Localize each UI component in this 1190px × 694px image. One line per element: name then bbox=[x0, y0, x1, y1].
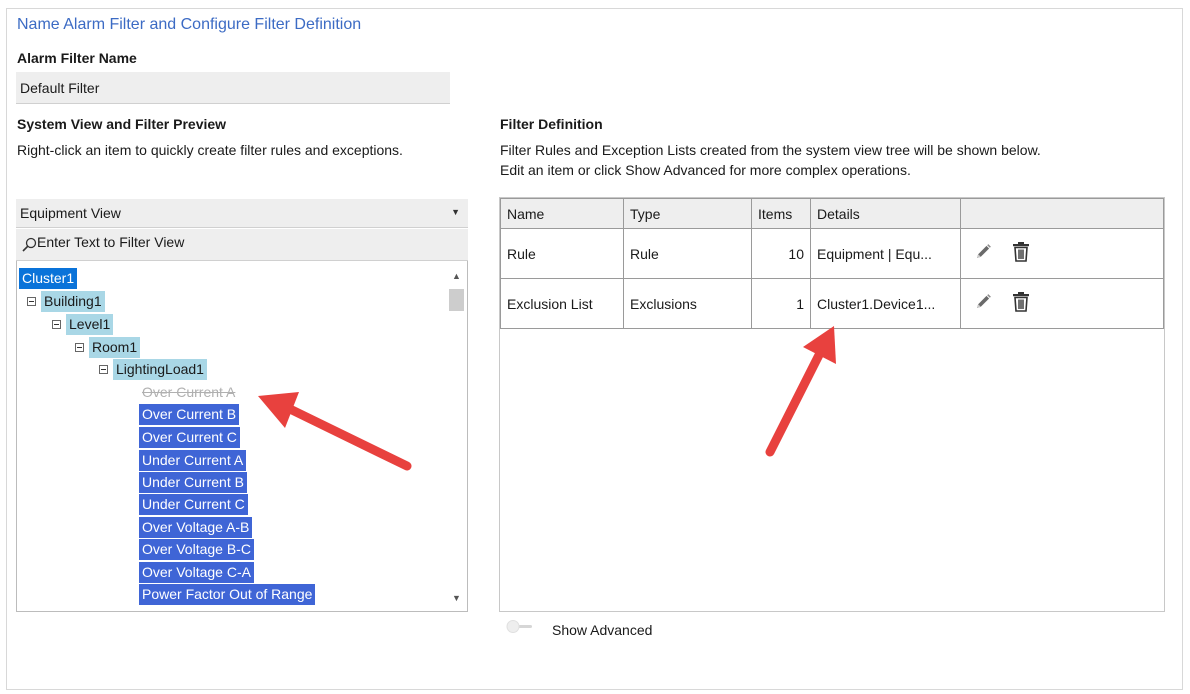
table-header-row: Name Type Items Details bbox=[500, 198, 1164, 229]
minus-box-icon[interactable] bbox=[99, 365, 108, 374]
cell-actions bbox=[960, 278, 1164, 329]
tree-item-label: Over Voltage C-A bbox=[139, 562, 254, 583]
minus-box-icon[interactable] bbox=[27, 297, 36, 306]
scrollbar-thumb[interactable] bbox=[449, 289, 464, 311]
show-advanced-label: Show Advanced bbox=[552, 622, 653, 638]
alarm-filter-name-input[interactable] bbox=[16, 72, 450, 104]
filter-definition-description-2: Edit an item or click Show Advanced for … bbox=[500, 162, 911, 178]
pencil-icon[interactable] bbox=[973, 292, 993, 315]
tree-item-label: Cluster1 bbox=[19, 268, 78, 289]
cell-actions bbox=[960, 228, 1164, 279]
system-tree: Cluster1 Building1 Level1 Room1 Lighting… bbox=[16, 261, 468, 612]
trash-icon[interactable] bbox=[1011, 291, 1031, 316]
minus-box-icon[interactable] bbox=[52, 320, 61, 329]
tree-item-label: Over Voltage A-B bbox=[139, 517, 253, 538]
column-header-type[interactable]: Type bbox=[623, 198, 752, 229]
tree-item-label: Under Current A bbox=[139, 450, 247, 471]
cell-items: 1 bbox=[751, 278, 811, 329]
view-select[interactable]: Equipment View ▼ bbox=[16, 199, 468, 228]
column-header-actions bbox=[960, 198, 1164, 229]
filter-definition-table: Name Type Items Details Rule Rule 10 Equ… bbox=[500, 198, 1164, 329]
filter-definition-heading: Filter Definition bbox=[500, 116, 603, 132]
tree-item-label: Over Current A bbox=[142, 384, 236, 400]
cell-name: Rule bbox=[500, 228, 624, 279]
table-row[interactable]: Rule Rule 10 Equipment | Equ... bbox=[500, 228, 1164, 279]
tree-item-label: Over Current C bbox=[139, 427, 240, 448]
tree-item-label: LightingLoad1 bbox=[113, 359, 207, 380]
system-view-description: Right-click an item to quickly create fi… bbox=[17, 142, 403, 158]
cell-type: Exclusions bbox=[623, 278, 752, 329]
tree-item-label: Level1 bbox=[66, 314, 114, 335]
chevron-down-icon: ▼ bbox=[451, 207, 460, 217]
chevron-down-icon[interactable]: ▼ bbox=[449, 592, 464, 604]
search-icon bbox=[22, 237, 37, 255]
filter-definition-table-panel: Name Type Items Details Rule Rule 10 Equ… bbox=[499, 197, 1165, 612]
system-view-heading: System View and Filter Preview bbox=[17, 116, 227, 132]
view-select-value: Equipment View bbox=[20, 205, 121, 221]
column-header-items[interactable]: Items bbox=[751, 198, 811, 229]
chevron-up-icon[interactable]: ▲ bbox=[449, 270, 464, 282]
cell-details: Equipment | Equ... bbox=[810, 228, 961, 279]
tree-scrollbar[interactable]: ▲ ▼ bbox=[447, 268, 465, 608]
cell-name: Exclusion List bbox=[500, 278, 624, 329]
alarm-filter-name-label: Alarm Filter Name bbox=[17, 50, 137, 66]
tree-item-label: Room1 bbox=[89, 337, 141, 358]
pencil-icon[interactable] bbox=[973, 242, 993, 265]
tree-item-label: Over Current B bbox=[139, 404, 240, 425]
page-title: Name Alarm Filter and Configure Filter D… bbox=[17, 16, 362, 33]
tree-item-label: Power Factor Out of Range bbox=[139, 584, 316, 605]
filter-definition-description-1: Filter Rules and Exception Lists created… bbox=[500, 142, 1041, 158]
column-header-name[interactable]: Name bbox=[500, 198, 624, 229]
tree-item-label: Under Current B bbox=[139, 472, 247, 493]
tree-item-label: Over Voltage B-C bbox=[139, 539, 254, 560]
column-header-details[interactable]: Details bbox=[810, 198, 961, 229]
show-advanced-toggle[interactable] bbox=[506, 620, 534, 634]
tree-filter-input[interactable] bbox=[37, 233, 457, 251]
tree-filter-bar bbox=[16, 229, 468, 261]
cell-items: 10 bbox=[751, 228, 811, 279]
trash-icon[interactable] bbox=[1011, 241, 1031, 266]
minus-box-icon[interactable] bbox=[75, 343, 84, 352]
cell-type: Rule bbox=[623, 228, 752, 279]
cell-details: Cluster1.Device1... bbox=[810, 278, 961, 329]
tree-item-label: Building1 bbox=[41, 291, 105, 312]
table-row[interactable]: Exclusion List Exclusions 1 Cluster1.Dev… bbox=[500, 278, 1164, 329]
tree-item-label: Under Current C bbox=[139, 494, 248, 515]
